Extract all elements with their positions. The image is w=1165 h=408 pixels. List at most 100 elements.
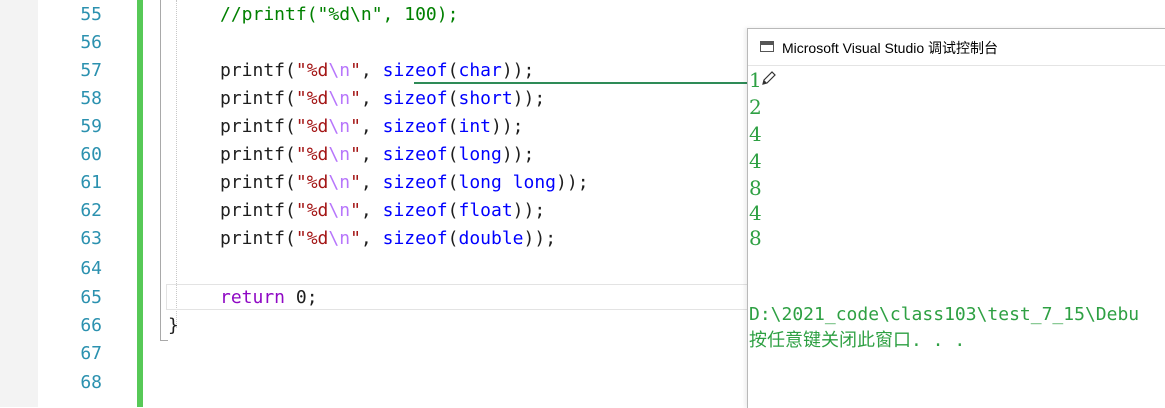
line-number: 63 [80, 228, 102, 249]
code-line[interactable]: printf("%d\n", sizeof(char)); [220, 57, 534, 85]
punctuation: ; [306, 287, 318, 308]
string-literal: "%d [295, 228, 329, 249]
code-line-comment[interactable]: //printf("%d\n", 100); [220, 1, 458, 29]
string-literal: " [350, 60, 361, 81]
close-prompt-line: 按任意键关闭此窗口. . . [749, 330, 966, 351]
punctuation: )); [512, 88, 546, 109]
code-line[interactable]: printf("%d\n", sizeof(float)); [220, 197, 545, 225]
punctuation: ( [285, 144, 296, 165]
line-number: 67 [80, 343, 102, 364]
editor-margin [0, 0, 38, 407]
punctuation: )); [512, 200, 546, 221]
output-line: 2 [749, 95, 762, 119]
line-number-gutter: 55 56 57 58 59 60 61 62 63 64 65 66 67 6… [38, 0, 110, 407]
output-line: 8 [749, 226, 762, 250]
string-literal: "%d [295, 60, 329, 81]
code-line-return[interactable]: return 0; [220, 284, 318, 312]
keyword-sizeof: sizeof [382, 60, 448, 81]
type-keyword: char [458, 60, 502, 81]
console-app-icon [760, 41, 774, 52]
pencil-cursor-icon [762, 71, 776, 85]
outline-fold-line [160, 0, 161, 340]
string-literal: " [350, 200, 361, 221]
keyword-sizeof: sizeof [382, 116, 448, 137]
punctuation: ( [285, 88, 296, 109]
code-line[interactable]: printf("%d\n", sizeof(long long)); [220, 169, 589, 197]
function-name: printf [220, 116, 286, 137]
punctuation: , [360, 228, 383, 249]
punctuation: , [360, 60, 383, 81]
punctuation: ( [447, 88, 459, 109]
escape-sequence: \n [328, 172, 351, 193]
string-literal: " [350, 228, 361, 249]
line-number: 58 [80, 88, 102, 109]
punctuation: ( [285, 60, 296, 81]
line-number: 64 [80, 258, 102, 279]
function-name: printf [220, 228, 286, 249]
function-name: printf [220, 60, 286, 81]
punctuation: ( [285, 228, 296, 249]
string-literal: "%d [295, 144, 329, 165]
punctuation: , [360, 88, 383, 109]
escape-sequence: \n [328, 116, 351, 137]
indent-guide [176, 0, 177, 328]
code-line[interactable]: printf("%d\n", sizeof(long)); [220, 141, 534, 169]
punctuation: )); [501, 144, 535, 165]
line-number: 57 [80, 60, 102, 81]
function-name: printf [220, 144, 286, 165]
punctuation: ( [447, 172, 459, 193]
type-keyword: short [458, 88, 513, 109]
string-literal: "%d [295, 200, 329, 221]
punctuation: ( [285, 172, 296, 193]
function-name: printf [220, 88, 286, 109]
line-number: 62 [80, 200, 102, 221]
punctuation: , [360, 200, 383, 221]
code-line[interactable]: printf("%d\n", sizeof(short)); [220, 85, 545, 113]
type-keyword: long [458, 144, 502, 165]
punctuation: )); [491, 116, 524, 137]
console-output[interactable]: 1 2 4 4 8 4 8 D:\2021_code\class103\test… [748, 67, 1165, 407]
punctuation: )); [556, 172, 589, 193]
type-keyword: long long [458, 172, 557, 193]
line-number: 66 [80, 315, 102, 336]
escape-sequence: \n [328, 60, 351, 81]
escape-sequence: \n [328, 200, 351, 221]
line-number: 60 [80, 144, 102, 165]
console-title: Microsoft Visual Studio 调试控制台 [782, 40, 999, 56]
escape-sequence: \n [328, 88, 351, 109]
keyword-sizeof: sizeof [382, 228, 448, 249]
code-line[interactable]: printf("%d\n", sizeof(double)); [220, 225, 556, 253]
escape-sequence: \n [328, 144, 351, 165]
line-number: 55 [80, 4, 102, 25]
string-literal: " [350, 144, 361, 165]
string-literal: " [350, 116, 361, 137]
code-line[interactable]: printf("%d\n", sizeof(int)); [220, 113, 524, 141]
output-line: 4 [749, 149, 762, 173]
punctuation: )); [501, 60, 535, 81]
debug-console-window[interactable]: Microsoft Visual Studio 调试控制台 1 2 4 4 8 … [747, 28, 1165, 408]
line-number: 65 [80, 287, 102, 308]
keyword-sizeof: sizeof [382, 200, 448, 221]
punctuation: ( [447, 144, 459, 165]
escape-sequence: \n [328, 228, 351, 249]
function-name: printf [220, 200, 286, 221]
punctuation: ( [285, 200, 296, 221]
string-literal: " [350, 88, 361, 109]
string-literal: "%d [295, 172, 329, 193]
type-keyword: float [458, 200, 513, 221]
punctuation: )); [523, 228, 557, 249]
line-number: 68 [80, 372, 102, 393]
string-literal: "%d [295, 88, 329, 109]
punctuation: , [360, 116, 383, 137]
closing-brace[interactable]: } [168, 312, 179, 340]
exit-path-line: D:\2021_code\class103\test_7_15\Debu [749, 304, 1140, 325]
line-number: 59 [80, 116, 102, 137]
punctuation: ( [447, 116, 459, 137]
punctuation: ( [447, 60, 459, 81]
punctuation: ( [447, 200, 459, 221]
output-line: 8 [749, 176, 762, 200]
type-keyword: int [458, 116, 491, 137]
console-titlebar[interactable]: Microsoft Visual Studio 调试控制台 [748, 29, 1165, 66]
type-keyword: double [458, 228, 524, 249]
output-line: 4 [749, 122, 762, 146]
